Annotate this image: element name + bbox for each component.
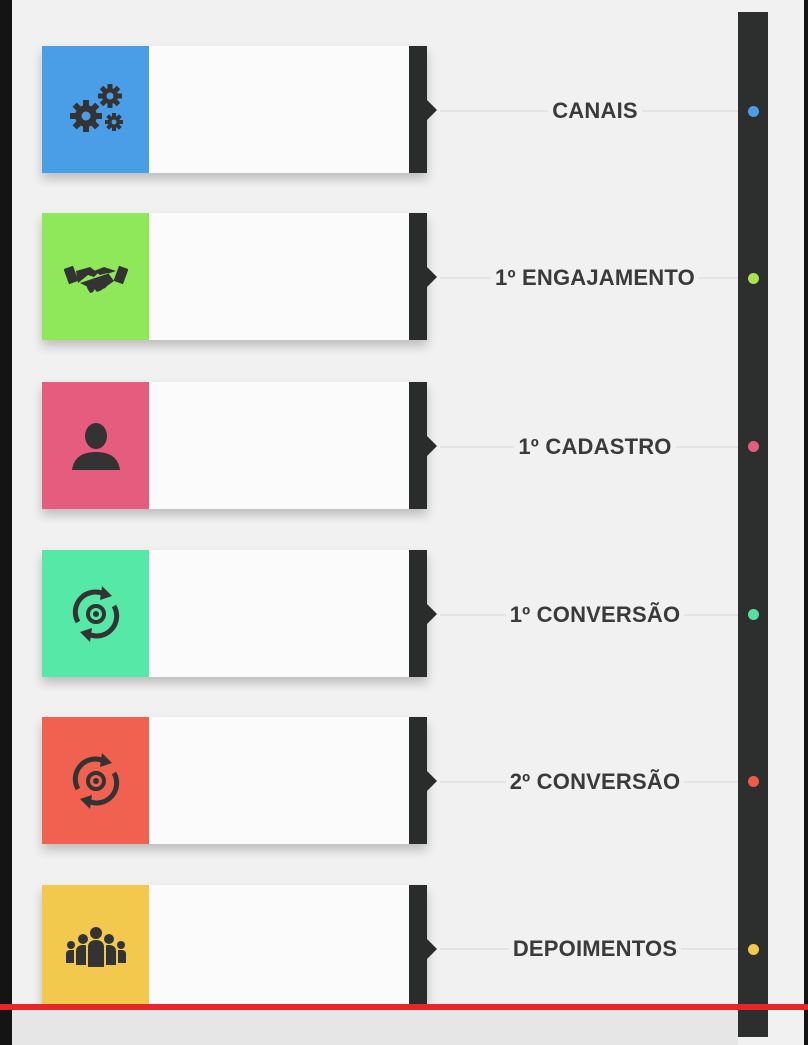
step-card-cap <box>409 46 437 173</box>
step-icon-box <box>42 213 149 340</box>
step-card-body <box>149 717 409 844</box>
step-card-cap <box>409 382 437 509</box>
timeline-rail <box>738 12 768 1037</box>
bottom-strip <box>12 1010 738 1045</box>
user-icon <box>71 422 120 470</box>
step-card-cap <box>409 213 437 340</box>
timeline-dot <box>748 441 759 452</box>
step-card-conversao-1 <box>42 550 437 677</box>
step-card-cadastro <box>42 382 437 509</box>
step-label-engajamento: 1º ENGAJAMENTO <box>440 265 750 291</box>
step-card-canais <box>42 46 437 173</box>
step-card-cap <box>409 885 437 1012</box>
step-card-conversao-2 <box>42 717 437 844</box>
step-icon-box <box>42 382 149 509</box>
step-label-cadastro: 1º CADASTRO <box>440 434 750 460</box>
handshake-icon <box>63 265 128 293</box>
timeline-dot <box>748 106 759 117</box>
timeline-dot <box>748 273 759 284</box>
step-label-canais: CANAIS <box>440 98 750 124</box>
step-card-body <box>149 550 409 677</box>
step-label-depoimentos: DEPOIMENTOS <box>440 936 750 962</box>
target-cycle-icon <box>72 585 119 642</box>
timeline-dot <box>748 609 759 620</box>
step-icon-box <box>42 717 149 844</box>
target-cycle-icon <box>72 752 119 809</box>
step-icon-box <box>42 46 149 173</box>
step-label-conversao-2: 2º CONVERSÃO <box>440 769 750 795</box>
timeline-dot <box>748 944 759 955</box>
step-card-body <box>149 885 409 1012</box>
step-card-body <box>149 213 409 340</box>
group-icon <box>65 926 126 967</box>
step-card-engajamento <box>42 213 437 340</box>
step-icon-box <box>42 885 149 1012</box>
step-card-body <box>149 46 409 173</box>
step-label-conversao-1: 1º CONVERSÃO <box>440 602 750 628</box>
timeline-dot <box>748 776 759 787</box>
step-card-depoimentos <box>42 885 437 1012</box>
video-progress-line <box>0 1004 808 1010</box>
gears-icon <box>69 83 123 132</box>
step-card-cap <box>409 550 437 677</box>
step-icon-box <box>42 550 149 677</box>
step-card-cap <box>409 717 437 844</box>
step-card-body <box>149 382 409 509</box>
